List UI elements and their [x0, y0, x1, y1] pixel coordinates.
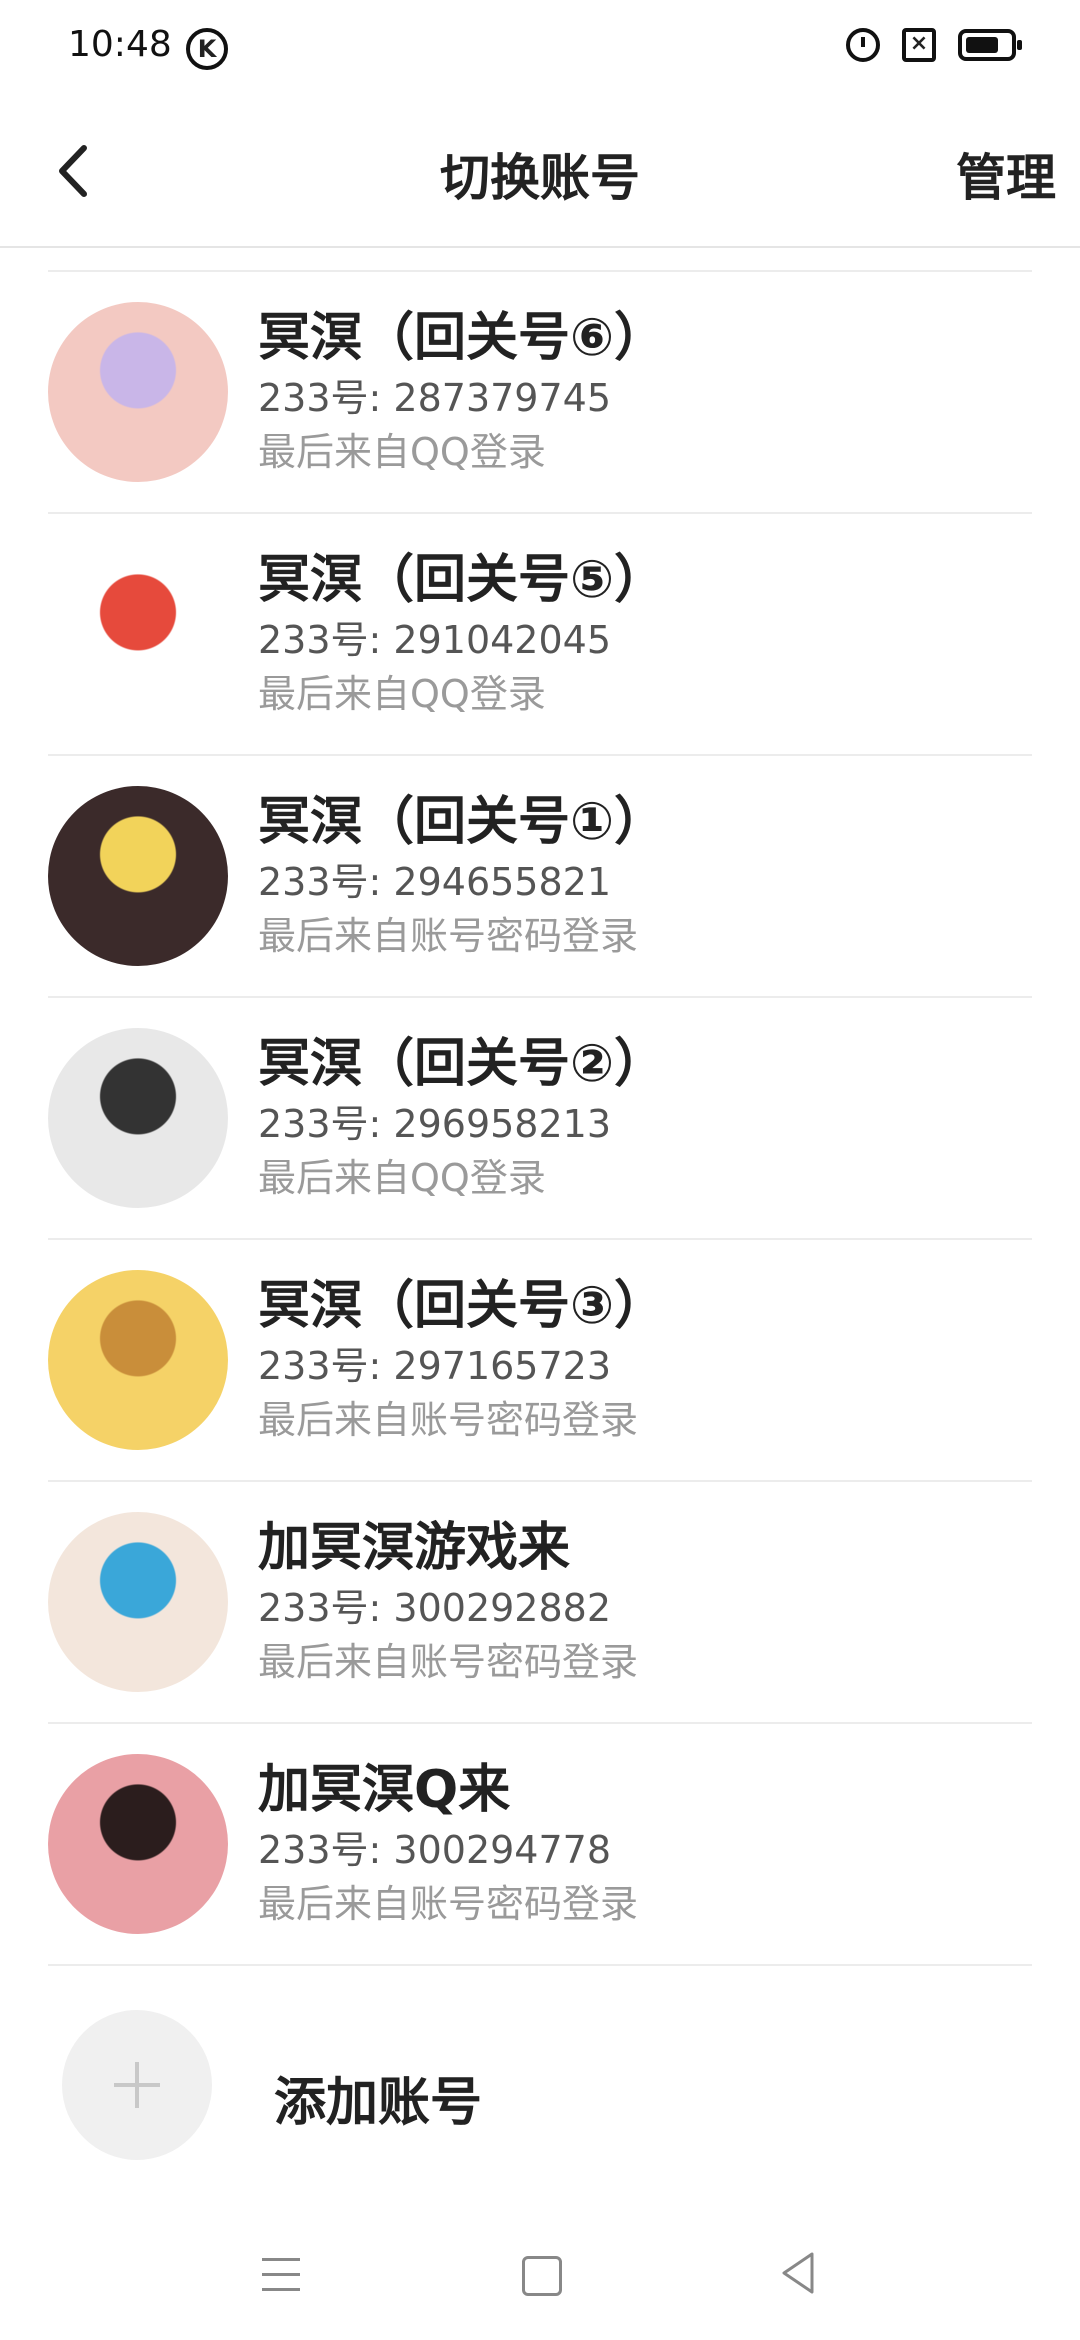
account-row[interactable]: 加冥溟游戏来 233号: 300292882 最后来自账号密码登录	[48, 1482, 1032, 1724]
avatar	[48, 1270, 228, 1450]
account-row[interactable]: 冥溟（回关号②） 233号: 296958213 最后来自QQ登录	[48, 998, 1032, 1240]
status-bar: 10:48 K ×	[0, 0, 1080, 96]
last-login-method: 最后来自账号密码登录	[258, 1398, 639, 1442]
account-info: 冥溟（回关号⑤） 233号: 291042045 最后来自QQ登录	[258, 548, 666, 722]
account-row[interactable]: 冥溟（回关号⑤） 233号: 291042045 最后来自QQ登录	[48, 514, 1032, 756]
avatar	[48, 544, 228, 724]
avatar	[48, 1028, 228, 1208]
account-info: 冥溟（回关号⑥） 233号: 287379745 最后来自QQ登录	[258, 306, 666, 480]
notification-off-icon: ×	[902, 28, 936, 62]
home-icon[interactable]	[522, 2256, 562, 2296]
account-id: 233号: 297165723	[258, 1344, 612, 1388]
add-account-row[interactable]: 添加账号	[0, 2000, 1080, 2170]
account-name: 冥溟（回关号②）	[258, 1034, 667, 1094]
add-account-label: 添加账号	[274, 2073, 483, 2133]
account-info: 冥溟（回关号①） 233号: 294655821 最后来自账号密码登录	[258, 790, 666, 964]
last-login-method: 最后来自账号密码登录	[258, 914, 639, 958]
manage-button[interactable]: 管理	[956, 138, 1056, 210]
account-row[interactable]: 冥溟（回关号⑥） 233号: 287379745 最后来自QQ登录	[48, 272, 1032, 514]
account-list: 冥溟（回关号⑥） 233号: 287379745 最后来自QQ登录 冥溟（回关号⑤） 2…	[0, 272, 1080, 1966]
battery-icon	[958, 29, 1022, 61]
account-id: 233号: 287379745	[258, 376, 612, 420]
last-login-method: 最后来自账号密码登录	[258, 1640, 639, 1684]
account-id: 233号: 291042045	[258, 618, 612, 662]
account-id: 233号: 300292882	[258, 1586, 612, 1630]
last-login-method: 最后来自账号密码登录	[258, 1882, 639, 1926]
last-login-method: 最后来自QQ登录	[258, 430, 546, 474]
account-info: 加冥溟游戏来 233号: 300292882 最后来自账号密码登录	[258, 1516, 638, 1690]
account-name: 加冥溟游戏来	[258, 1518, 571, 1578]
menu-icon[interactable]	[262, 2258, 300, 2292]
back-triangle-icon[interactable]	[778, 2250, 818, 2296]
account-name: 加冥溟Q来	[258, 1760, 511, 1820]
system-nav-bar	[0, 2220, 1080, 2340]
account-id: 233号: 300294778	[258, 1828, 612, 1872]
add-account-button[interactable]	[62, 2010, 212, 2160]
last-login-method: 最后来自QQ登录	[258, 672, 546, 716]
avatar	[48, 1754, 228, 1934]
account-name: 冥溟（回关号①）	[258, 792, 667, 852]
k-badge-icon: K	[186, 28, 228, 70]
status-time: 10:48	[68, 24, 172, 65]
account-row[interactable]: 冥溟（回关号③） 233号: 297165723 最后来自账号密码登录	[48, 1240, 1032, 1482]
avatar	[48, 1512, 228, 1692]
page-title: 切换账号	[440, 149, 640, 207]
account-id: 233号: 296958213	[258, 1102, 612, 1146]
account-info: 加冥溟Q来 233号: 300294778 最后来自账号密码登录	[258, 1758, 638, 1932]
account-row[interactable]: 冥溟（回关号①） 233号: 294655821 最后来自账号密码登录	[48, 756, 1032, 998]
account-info: 冥溟（回关号③） 233号: 297165723 最后来自账号密码登录	[258, 1274, 666, 1448]
alarm-icon	[846, 28, 880, 62]
account-info: 冥溟（回关号②） 233号: 296958213 最后来自QQ登录	[258, 1032, 666, 1206]
account-id: 233号: 294655821	[258, 860, 612, 904]
account-name: 冥溟（回关号③）	[258, 1276, 667, 1336]
app-header: 切换账号 管理	[0, 96, 1080, 248]
last-login-method: 最后来自QQ登录	[258, 1156, 546, 1200]
account-name: 冥溟（回关号⑥）	[258, 308, 667, 368]
account-name: 冥溟（回关号⑤）	[258, 550, 667, 610]
account-row[interactable]: 加冥溟Q来 233号: 300294778 最后来自账号密码登录	[48, 1724, 1032, 1966]
avatar	[48, 786, 228, 966]
avatar	[48, 302, 228, 482]
